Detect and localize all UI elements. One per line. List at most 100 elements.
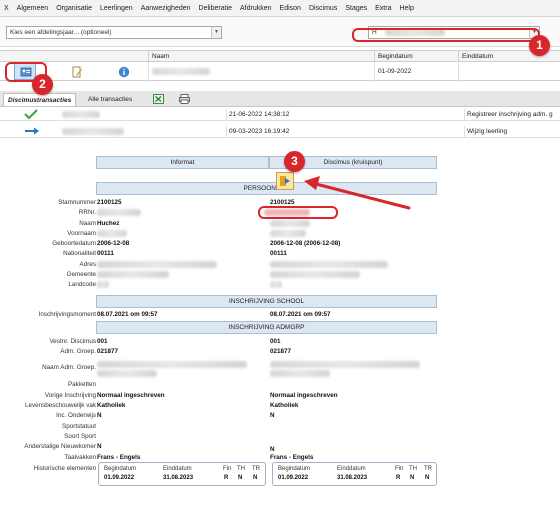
callout-2: 2: [32, 74, 53, 95]
informat-stamnummer: 2100125: [97, 199, 122, 206]
history-col-end: Einddatum: [163, 466, 192, 472]
history-start: 01.09.2022: [104, 475, 135, 481]
discimus-admgroep: 021877: [270, 348, 292, 355]
informat-adres: [97, 260, 217, 269]
label-nationaliteit: Nationaliteit: [63, 250, 96, 257]
start-date-cell: 01-09-2022: [374, 62, 458, 81]
column-informat: Informat: [96, 156, 269, 169]
discimus-inschrijvingsmoment: 08.07.2021 om 09:57: [270, 311, 331, 318]
menu-leerlingen[interactable]: Leerlingen: [96, 5, 137, 12]
discimus-vestnr: 001: [270, 338, 281, 345]
menu-deliberatie[interactable]: Deliberatie: [195, 5, 236, 12]
transaction-row[interactable]: 09-03-2023 16:19:42 Wijzig leerling: [0, 126, 560, 138]
discimus-inc-onderwijs: N: [270, 412, 275, 419]
sync-person-icon[interactable]: [276, 172, 294, 190]
column-begindatum[interactable]: Begindatum: [374, 51, 458, 62]
menu-afdrukken[interactable]: Afdrukken: [236, 5, 276, 12]
discimus-voornaam: [270, 229, 306, 238]
label-geboortedatum: Geboortedatum: [52, 240, 96, 247]
section-inschrijving-school: INSCHRIJVING SCHOOL: [96, 295, 437, 308]
history-col-tr: TR: [252, 466, 260, 472]
informat-naam-adm-groep: [97, 360, 247, 369]
menu-algemeen[interactable]: Algemeen: [13, 5, 53, 12]
discimus-gemeente: [270, 270, 360, 279]
informat-anderstalige: N: [97, 443, 102, 450]
label-levensbeschouwelijk: Levensbeschouwelijk vak: [24, 402, 96, 409]
history-col-fin: Fin: [395, 466, 404, 472]
informat-history-box: Begindatum Einddatum Fin TH TR 01.09.202…: [98, 462, 266, 486]
history-col-fin: Fin: [223, 466, 232, 472]
transaction-student: [60, 109, 220, 121]
annotation-arrow: [304, 176, 411, 210]
history-start: 01.09.2022: [278, 475, 309, 481]
transaction-student: [60, 126, 220, 138]
menu-extra[interactable]: Extra: [371, 5, 395, 12]
label-sportstatuut: Sportstatuut: [62, 423, 96, 430]
discimus-taalvakken: Frans - Engels: [270, 454, 314, 461]
discimus-naam-adm-groep-2: [270, 369, 330, 378]
label-inc-onderwijs: Inc. Onderwijs: [56, 412, 96, 419]
informat-levensbeschouwelijk: Katholiek: [97, 402, 126, 409]
student-name-cell: [148, 62, 374, 81]
print-icon[interactable]: [179, 94, 190, 104]
section-inschrijving-admgrp: INSCHRIJVING ADMGRP: [96, 321, 437, 334]
chevron-down-icon[interactable]: ▼: [211, 27, 221, 38]
discimus-history-box: Begindatum Einddatum Fin TH TR 01.09.202…: [272, 462, 437, 486]
edit-document-icon[interactable]: [70, 65, 83, 78]
history-end: 31.08.2023: [163, 475, 194, 481]
info-icon[interactable]: [117, 65, 130, 78]
history-col-start: Begindatum: [104, 466, 137, 472]
label-gemeente: Gemeente: [66, 271, 96, 278]
history-col-th: TH: [237, 466, 245, 472]
label-landcode: Landcode: [68, 281, 96, 288]
student-row[interactable]: 01-09-2022: [0, 62, 560, 81]
department-select[interactable]: Kies een afdelingsjaar... (optioneel) ▼: [6, 26, 222, 39]
history-end: 31.08.2023: [337, 475, 368, 481]
tab-alle-transacties[interactable]: Alle transacties: [84, 93, 136, 106]
arrow-right-icon: [22, 126, 52, 138]
comparison-panel: Informat Discimus (kruispunt) PERSOON St…: [0, 148, 560, 511]
label-pakketten: Pakketten: [67, 381, 96, 388]
callout-3: 3: [284, 151, 305, 172]
history-tr: N: [425, 475, 430, 481]
transaction-action: Wijzig leerling: [464, 126, 560, 138]
discimus-levensbeschouwelijk: Katholiek: [270, 402, 299, 409]
excel-export-icon[interactable]: [153, 94, 164, 104]
menu-stages[interactable]: Stages: [341, 5, 371, 12]
label-admgroep: Adm. Groep.: [60, 348, 96, 355]
label-soort-sport: Soort Sport: [64, 433, 96, 440]
informat-nationaliteit: 00111: [97, 250, 114, 257]
label-stamnummer: Stamnummer: [58, 199, 96, 206]
menu-close[interactable]: X: [0, 5, 13, 12]
history-fin: R: [396, 475, 401, 481]
informat-vorige-inschrijving: Normaal ingeschreven: [97, 392, 165, 399]
history-th: N: [238, 475, 243, 481]
history-col-end: Einddatum: [337, 466, 366, 472]
label-taalvakken: Taalvakken: [64, 454, 96, 461]
informat-admgroep: 021877: [97, 348, 119, 355]
label-adres: Adres: [79, 261, 96, 268]
label-rrnr: RRNr.: [78, 209, 96, 216]
history-tr: N: [253, 475, 258, 481]
label-voornaam: Voornaam: [67, 230, 96, 237]
informat-naam: Huchez: [97, 220, 120, 227]
informat-inc-onderwijs: N: [97, 412, 102, 419]
informat-inschrijvingsmoment: 08.07.2021 om 09:57: [97, 311, 158, 318]
informat-vestnr: 001: [97, 338, 108, 345]
transaction-row[interactable]: 21-06-2022 14:38:12 Registreer inschrijv…: [0, 109, 560, 121]
history-col-th: TH: [409, 466, 417, 472]
menu-discimus[interactable]: Discimus: [305, 5, 341, 12]
checkmark-icon: [22, 109, 52, 121]
history-col-tr: TR: [424, 466, 432, 472]
informat-taalvakken: Frans - Engels: [97, 454, 141, 461]
menu-aanwezigheden[interactable]: Aanwezigheden: [137, 5, 195, 12]
transaction-datetime: 09-03-2023 16:19:42: [226, 126, 456, 138]
label-anderstalige: Anderstalige Nieuwkomer: [24, 443, 96, 450]
discimus-naam: [270, 219, 310, 228]
menu-help[interactable]: Help: [395, 5, 417, 12]
tab-discimustransacties[interactable]: Discimustransacties: [3, 93, 77, 106]
menu-edison[interactable]: Edison: [276, 5, 305, 12]
column-naam[interactable]: Naam: [148, 51, 374, 62]
label-vorige-inschrijving: Vorige Inschrijving: [44, 392, 96, 399]
menu-organisatie[interactable]: Organisatie: [52, 5, 96, 12]
